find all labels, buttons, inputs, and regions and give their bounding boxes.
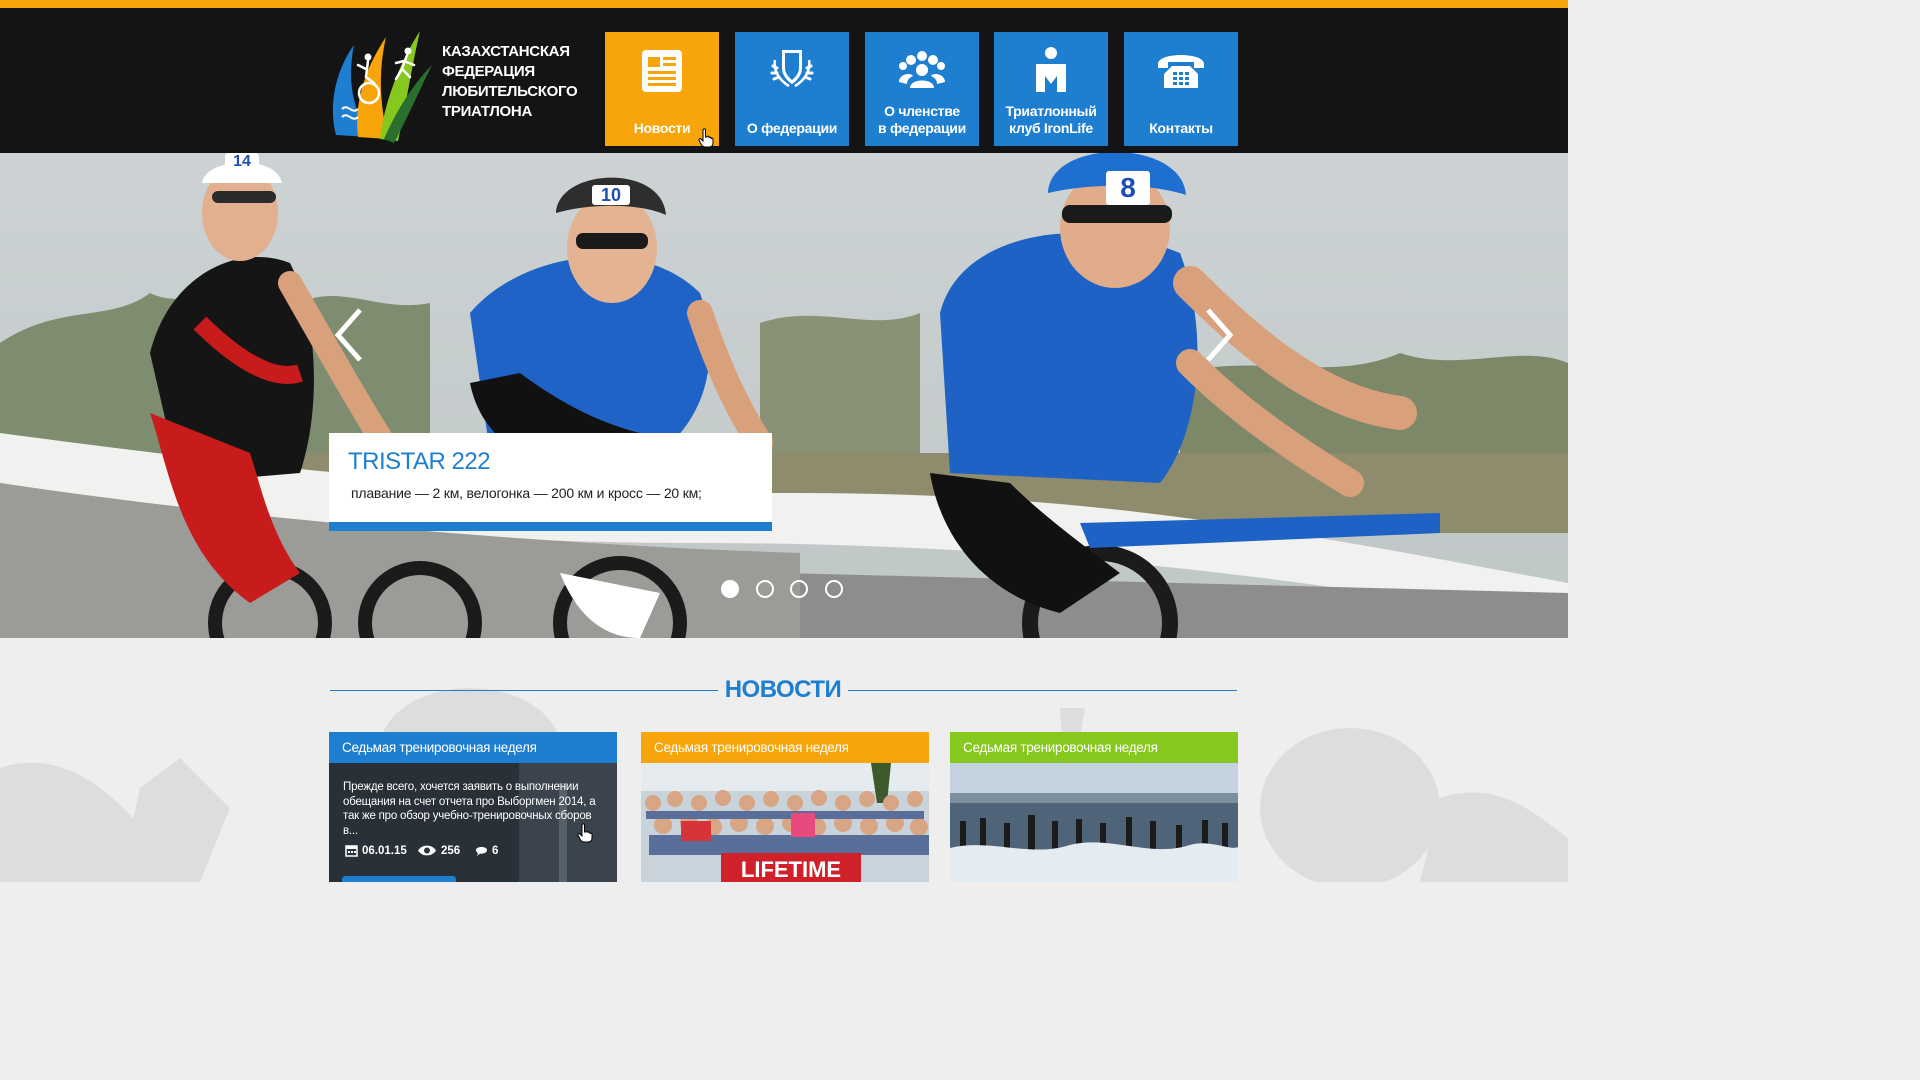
news-card-title[interactable]: Седьмая тренировочная неделя	[950, 732, 1238, 763]
nav-item-news[interactable]: Новости	[605, 32, 719, 148]
logo-line: ФЕДЕРАЦИЯ	[442, 63, 535, 80]
news-card-read-more-button[interactable]	[342, 876, 456, 882]
slider-dot[interactable]	[756, 580, 774, 598]
top-accent-strip	[0, 0, 1568, 8]
news-card-image: LIFETIME	[641, 763, 929, 882]
news-card-body: Прежде всего, хочется заявить о выполнен…	[329, 763, 617, 882]
nav-item-membership[interactable]: О членстве в федерации	[865, 32, 979, 146]
news-card-body	[950, 763, 1238, 882]
hero-slider: 14 10 8 TRISTAR 222 плавание — 2 км, вел…	[0, 153, 1568, 638]
site-header: КАЗАХСТАНСКАЯ ФЕДЕРАЦИЯ ЛЮБИТЕЛЬСКОГО ТР…	[0, 8, 1568, 153]
cyclists-photo	[0, 153, 1568, 638]
nav-label: О федерации	[746, 120, 838, 136]
nav-item-contacts[interactable]: Контакты	[1124, 32, 1238, 146]
news-card-title[interactable]: Седьмая тренировочная неделя	[329, 732, 617, 763]
news-card-image	[950, 763, 1238, 882]
news-card-title[interactable]: Седьмая тренировочная неделя	[641, 732, 929, 763]
comment-icon	[476, 847, 487, 857]
nav-label: Триатлонный клуб IronLife	[1005, 103, 1097, 136]
hand-cursor-icon	[577, 823, 593, 843]
news-card-comments: 6	[475, 843, 498, 859]
slider-next-arrow[interactable]	[1198, 305, 1238, 365]
nav-label: Контакты	[1149, 120, 1213, 136]
banner-text: LIFETIME	[741, 857, 841, 882]
news-card-body: LIFETIME	[641, 763, 929, 882]
logo-line: КАЗАХСТАНСКАЯ	[442, 43, 570, 60]
telephone-icon	[1158, 55, 1204, 88]
group-icon	[899, 51, 945, 88]
nav-item-about[interactable]: О федерации	[735, 32, 849, 146]
section-divider-left	[330, 690, 718, 691]
logo-text: КАЗАХСТАНСКАЯ ФЕДЕРАЦИЯ ЛЮБИТЕЛЬСКОГО ТР…	[442, 42, 578, 122]
federation-logo[interactable]: КАЗАХСТАНСКАЯ ФЕДЕРАЦИЯ ЛЮБИТЕЛЬСКОГО ТР…	[328, 25, 578, 145]
news-card[interactable]: Седьмая тренировочная неделя	[950, 732, 1238, 882]
bib-number: 14	[225, 153, 259, 170]
news-card-excerpt: Прежде всего, хочется заявить о выполнен…	[343, 781, 596, 837]
eye-icon	[418, 846, 436, 856]
ironman-icon	[1036, 47, 1066, 92]
slider-dot[interactable]	[825, 580, 843, 598]
newspaper-icon	[642, 50, 682, 92]
bib-number: 10	[592, 185, 630, 205]
news-card-views-value: 256	[441, 845, 461, 857]
nav-item-ironlife-club[interactable]: Триатлонный клуб IronLife	[994, 32, 1108, 146]
news-card-date-value: 06.01.15	[362, 845, 407, 857]
triathlon-logo-icon	[332, 31, 432, 143]
slide-caption-text: плавание — 2 км, велогонка — 200 км и кр…	[351, 485, 702, 501]
news-card-views: 256	[417, 843, 460, 859]
bib-number: 8	[1106, 171, 1150, 205]
section-divider-right	[848, 690, 1237, 691]
news-section-title: НОВОСТИ	[724, 676, 842, 703]
news-card[interactable]: Седьмая тренировочная неделя LIFETIME	[641, 732, 929, 882]
logo-line: ЛЮБИТЕЛЬСКОГО	[442, 83, 578, 100]
slider-dot[interactable]	[721, 580, 739, 598]
nav-label: О членстве в федерации	[878, 103, 966, 136]
hand-cursor-icon	[698, 128, 714, 148]
slider-dot[interactable]	[790, 580, 808, 598]
calendar-icon	[345, 845, 358, 858]
slider-prev-arrow[interactable]	[330, 305, 370, 365]
slide-caption-title[interactable]: TRISTAR 222	[348, 448, 491, 476]
news-card-comments-value: 6	[492, 845, 499, 857]
news-card[interactable]: Седьмая тренировочная неделя Прежде всег…	[329, 732, 617, 882]
slide-caption: TRISTAR 222 плавание — 2 км, велогонка —…	[329, 433, 772, 531]
news-card-date: 06.01.15	[345, 843, 407, 859]
main-navigation: Новости О федерации О членстве в федерац…	[605, 32, 1239, 148]
shield-laurel-icon	[770, 50, 814, 88]
logo-line: ТРИАТЛОНА	[442, 103, 532, 120]
